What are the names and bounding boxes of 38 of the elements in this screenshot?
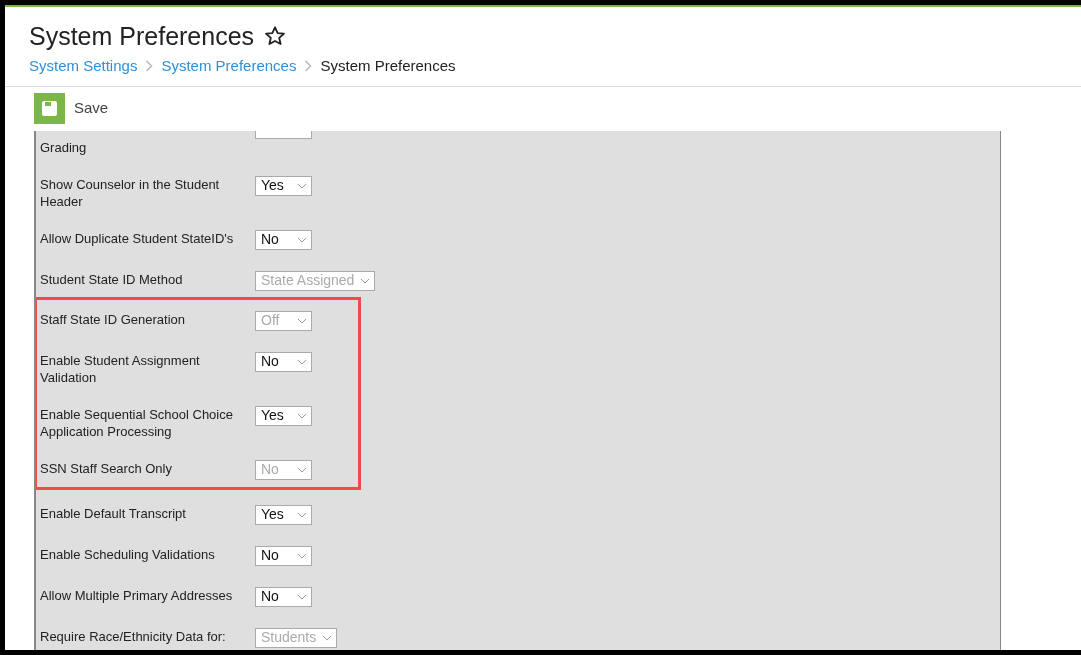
save-icon [34, 93, 65, 124]
breadcrumb-link[interactable]: System Settings [29, 55, 138, 78]
chevron-down-icon [297, 182, 307, 189]
chevron-down-icon [297, 466, 307, 473]
preference-label: Show Counselor in the Student Header [39, 175, 221, 210]
preference-label: Staff State ID Generation [39, 310, 186, 328]
preference-label: Enable Student Assignment Validation [39, 351, 201, 386]
select-field[interactable]: No [255, 545, 312, 566]
preference-label: SSN Staff Search Only [39, 459, 173, 477]
preference-label: Allow Multiple Primary Addresses [39, 586, 234, 604]
chevron-down-icon [297, 511, 307, 518]
chevron-down-icon [297, 552, 307, 559]
breadcrumb-current: System Preferences [320, 56, 456, 76]
select-field[interactable] [255, 130, 312, 139]
preference-label: Allow Duplicate Student StateID's [39, 229, 235, 247]
chevron-right-icon [145, 60, 154, 73]
chevron-down-icon [360, 277, 371, 284]
chevron-right-icon [304, 60, 313, 73]
preference-label: Enable Scheduling Validations [39, 545, 216, 563]
select-field[interactable]: Yes [255, 175, 312, 196]
page-title: System Preferences [29, 21, 255, 51]
preference-label: Grading [39, 138, 88, 156]
preference-label: Student State ID Method [39, 270, 184, 288]
chevron-down-icon [297, 236, 307, 243]
chevron-down-icon [297, 412, 307, 419]
breadcrumb-link[interactable]: System Preferences [161, 55, 297, 78]
preference-label: Enable Sequential School Choice Application Processing [39, 405, 234, 440]
preference-label: Require Race/Ethnicity Data for: [39, 627, 227, 645]
chevron-down-icon [322, 634, 333, 641]
select-field[interactable]: Yes [255, 504, 312, 525]
select-field[interactable]: No [255, 586, 312, 607]
select-field[interactable]: No [255, 229, 312, 250]
chevron-down-icon [297, 593, 307, 600]
star-icon[interactable] [264, 25, 287, 47]
chevron-down-icon [297, 317, 307, 324]
chevron-down-icon [297, 358, 307, 365]
save-button[interactable]: Save [34, 93, 109, 124]
preference-label: Enable Default Transcript [39, 504, 187, 522]
